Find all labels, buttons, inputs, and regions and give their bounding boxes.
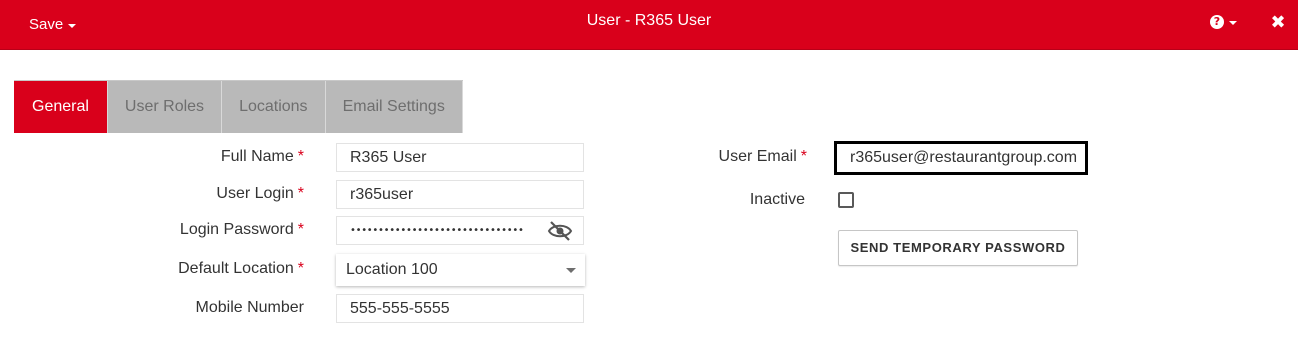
default-location-label: Default Location * [178,260,304,278]
required-marker: * [297,221,304,238]
default-location-select[interactable]: Location 100 [336,254,585,286]
window-title: User - R365 User [586,12,712,29]
help-menu-button[interactable]: ? [1210,15,1237,29]
title-bar: Save User - R365 User ? ✖ [0,0,1298,50]
user-email-label-text: User Email [718,148,797,165]
close-icon[interactable]: ✖ [1268,11,1288,35]
eye-slash-icon[interactable] [547,220,573,242]
default-location-label-text: Default Location [178,260,294,277]
login-password-label: Login Password * [180,221,304,239]
required-marker: * [800,148,807,165]
inactive-checkbox[interactable] [838,192,854,208]
user-email-input[interactable]: r365user@restaurantgroup.com [834,141,1088,175]
required-marker: * [297,185,304,202]
login-password-input[interactable]: ••••••••••••••••••••••••••••••• [336,216,584,245]
user-email-label: User Email * [719,148,807,166]
tab-locations[interactable]: Locations [222,81,326,133]
user-login-input[interactable] [336,180,584,209]
mobile-number-input[interactable] [336,294,584,323]
tab-user-roles[interactable]: User Roles [107,81,223,133]
required-marker: * [297,148,304,165]
tab-general[interactable]: General [14,81,108,133]
full-name-label-text: Full Name [220,148,294,165]
tab-email-settings[interactable]: Email Settings [325,81,463,133]
user-login-label: User Login * [216,185,304,203]
full-name-input[interactable] [336,143,584,172]
mobile-number-label: Mobile Number [196,299,304,317]
default-location-value: Location 100 [346,261,438,278]
required-marker: * [297,260,304,277]
question-circle-icon: ? [1210,15,1224,29]
user-login-label-text: User Login [216,185,294,202]
password-mask: ••••••••••••••••••••••••••••••• [350,225,524,236]
send-temporary-password-button[interactable]: SEND TEMPORARY PASSWORD [838,230,1078,266]
full-name-label: Full Name * [221,148,304,166]
login-password-label-text: Login Password [179,221,294,238]
mobile-number-label-text: Mobile Number [195,299,304,316]
caret-down-icon [1229,21,1237,25]
inactive-label: Inactive [749,191,805,208]
tab-bar: General User Roles Locations Email Setti… [14,80,463,133]
chevron-down-icon [566,268,576,273]
